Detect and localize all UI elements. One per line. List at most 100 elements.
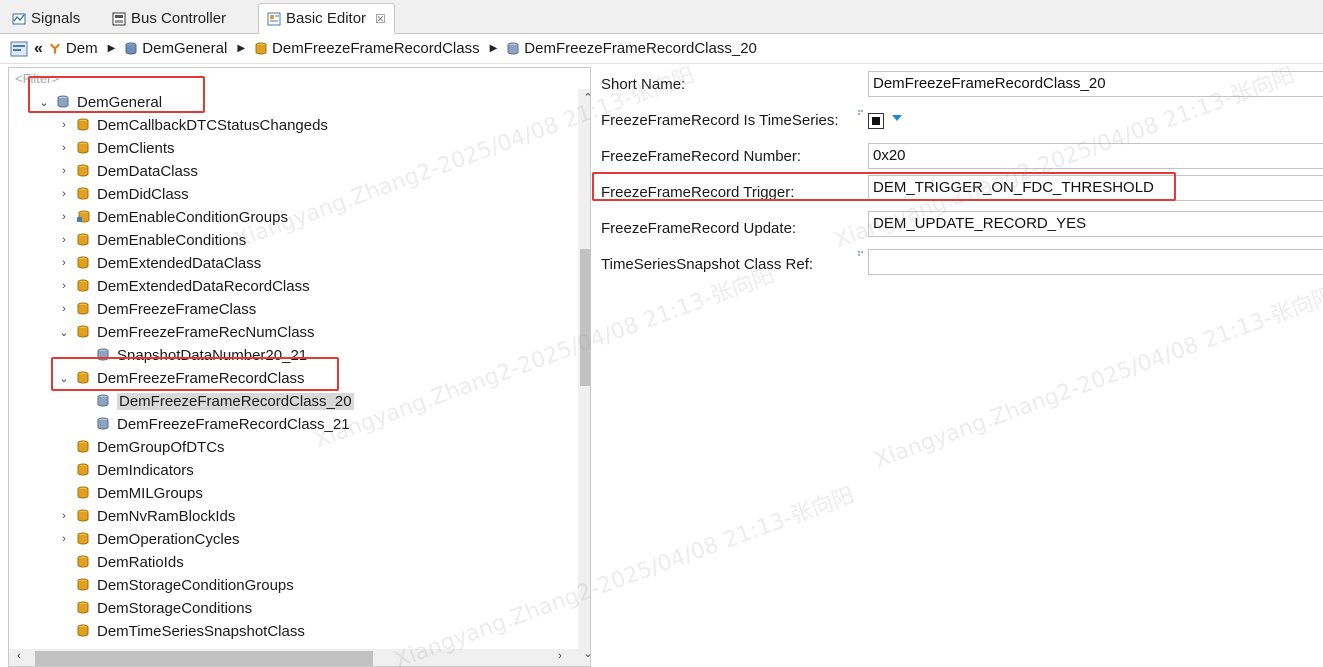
chevron-right-icon: ▶ xyxy=(107,43,116,54)
tree-item[interactable]: › DemExtendedDataRecordClass xyxy=(57,275,310,297)
tree-expand-icon[interactable]: ⌄ xyxy=(57,326,71,339)
tree-item[interactable]: DemRatioIds xyxy=(57,551,184,573)
tree-expand-icon[interactable]: › xyxy=(57,303,71,315)
tree-item[interactable]: DemStorageConditionGroups xyxy=(57,574,294,596)
highlight-box-trigger xyxy=(592,172,1176,201)
tree-item[interactable]: ⌄ DemFreezeFrameRecNumClass xyxy=(57,321,315,343)
tree-item[interactable]: › DemCallbackDTCStatusChangeds xyxy=(57,114,328,136)
tab-bus-controller[interactable]: Bus Controller xyxy=(104,3,234,34)
tree-item[interactable]: DemMILGroups xyxy=(57,482,203,504)
tab-label: Basic Editor xyxy=(286,10,367,27)
horizontal-scroll-thumb[interactable] xyxy=(35,651,373,666)
highlight-box-freezeframerecordclass xyxy=(51,357,339,391)
tree-item-label: DemTimeSeriesSnapshotClass xyxy=(97,622,305,640)
update-row: FreezeFrameRecord Update: xyxy=(601,215,796,241)
horizontal-scrollbar[interactable]: ‹ › xyxy=(9,649,578,666)
signals-icon xyxy=(12,13,26,24)
tree-item[interactable]: › DemEnableConditions xyxy=(57,229,246,251)
scroll-right-icon[interactable]: › xyxy=(550,650,570,662)
tree-expand-icon[interactable]: › xyxy=(57,165,71,177)
scroll-left-icon[interactable]: ‹ xyxy=(9,650,29,662)
scroll-up-icon[interactable]: ⌃ xyxy=(578,91,590,104)
update-field[interactable]: DEM_UPDATE_RECORD_YES xyxy=(868,211,1323,237)
tree-expand-icon[interactable]: › xyxy=(57,142,71,154)
properties-form: Short Name: DemFreezeFrameRecordClass_20… xyxy=(592,65,1323,667)
link-with-editor-icon[interactable] xyxy=(10,40,28,58)
scroll-down-icon[interactable]: ⌄ xyxy=(578,647,590,660)
breadcrumb-label: DemFreezeFrameRecordClass_20 xyxy=(524,40,757,57)
number-label: FreezeFrameRecord Number: xyxy=(601,147,802,165)
container-icon xyxy=(77,302,91,316)
tree-expand-icon[interactable]: › xyxy=(57,280,71,292)
tab-signals[interactable]: Signals xyxy=(4,3,88,34)
vertical-scroll-thumb[interactable] xyxy=(580,249,590,386)
tree-item-label: DemRatioIds xyxy=(97,553,184,571)
tree-expand-icon[interactable]: › xyxy=(57,211,71,223)
snapshot-ref-field[interactable] xyxy=(868,249,1323,275)
tree-item-label: DemExtendedDataRecordClass xyxy=(97,277,310,295)
tree-expand-icon[interactable]: › xyxy=(57,533,71,545)
container-icon xyxy=(77,118,91,132)
breadcrumb-label: DemFreezeFrameRecordClass xyxy=(272,40,480,57)
tree-expand-icon[interactable]: › xyxy=(57,188,71,200)
container-icon xyxy=(125,42,137,55)
snapshot-ref-row: TimeSeriesSnapshot Class Ref: xyxy=(601,251,813,277)
dropdown-arrow-icon[interactable] xyxy=(892,115,902,121)
instance-icon xyxy=(97,394,111,408)
breadcrumb-item-dem[interactable]: Dem xyxy=(49,40,98,57)
breadcrumb-item-freezeframerecordclass-20[interactable]: DemFreezeFrameRecordClass_20 xyxy=(507,40,757,57)
tree-item-label: DemFreezeFrameRecordClass_21 xyxy=(117,415,350,433)
tree-expand-icon[interactable]: › xyxy=(57,119,71,131)
module-icon xyxy=(49,43,60,54)
tree-item[interactable]: DemTimeSeriesSnapshotClass xyxy=(57,620,305,642)
tree-item[interactable]: › DemExtendedDataClass xyxy=(57,252,261,274)
tree-item[interactable]: DemFreezeFrameRecordClass_21 xyxy=(77,413,350,435)
highlight-box-demgeneral xyxy=(28,76,205,113)
tree-item[interactable]: › DemFreezeFrameClass xyxy=(57,298,256,320)
container-icon xyxy=(77,187,91,201)
breadcrumb-label: Dem xyxy=(65,40,98,57)
chevron-right-icon: ▶ xyxy=(237,43,246,54)
tree-expand-icon[interactable]: › xyxy=(57,510,71,522)
container-icon xyxy=(77,256,91,270)
tree-item[interactable]: DemIndicators xyxy=(57,459,194,481)
tree-item[interactable]: › DemOperationCycles xyxy=(57,528,239,550)
tab-basic-editor[interactable]: Basic Editor ☒ xyxy=(258,3,395,34)
tab-label: Bus Controller xyxy=(131,10,227,27)
tree-item[interactable]: › DemDidClass xyxy=(57,183,189,205)
short-name-field[interactable]: DemFreezeFrameRecordClass_20 xyxy=(868,71,1323,97)
container-icon xyxy=(77,463,91,477)
chevron-right-icon: ▶ xyxy=(489,43,498,54)
tree-item[interactable]: DemGroupOfDTCs xyxy=(57,436,225,458)
timeseries-control xyxy=(592,110,923,134)
tree-item[interactable]: DemFreezeFrameRecordClass_20 xyxy=(77,390,354,412)
tab-label: Signals xyxy=(31,10,81,27)
instance-icon xyxy=(97,417,111,431)
vertical-scrollbar[interactable]: ⌃ ⌄ xyxy=(578,89,590,666)
container-icon xyxy=(77,555,91,569)
tree-expand-icon[interactable]: › xyxy=(57,257,71,269)
back-chevron-icon[interactable]: « xyxy=(34,40,43,58)
breadcrumb: « Dem ▶ DemGeneral ▶ DemFreezeFrameRecor… xyxy=(0,34,1323,64)
number-row: FreezeFrameRecord Number: xyxy=(601,143,801,169)
edit-hint-icon xyxy=(858,251,863,256)
tree-item[interactable]: DemStorageConditions xyxy=(57,597,252,619)
tree-item-label: DemDataClass xyxy=(97,162,198,180)
container-icon xyxy=(77,210,91,224)
breadcrumb-item-demgeneral[interactable]: DemGeneral xyxy=(125,40,227,57)
timeseries-checkbox[interactable] xyxy=(868,113,884,129)
tree-item[interactable]: › DemNvRamBlockIds xyxy=(57,505,235,527)
tree-expand-icon[interactable]: › xyxy=(57,234,71,246)
tree-item-label: DemStorageConditions xyxy=(97,599,253,617)
close-icon[interactable]: ☒ xyxy=(375,12,386,26)
instance-icon xyxy=(507,42,519,55)
number-field[interactable]: 0x20 xyxy=(868,143,1323,169)
tree-item-label: DemFreezeFrameRecNumClass xyxy=(97,323,315,341)
snapshot-ref-label: TimeSeriesSnapshot Class Ref: xyxy=(601,255,814,273)
tree-item[interactable]: › DemClients xyxy=(57,137,174,159)
breadcrumb-item-freezeframerecordclass[interactable]: DemFreezeFrameRecordClass xyxy=(255,40,480,57)
tree-item-label: DemStorageConditionGroups xyxy=(97,576,294,594)
tree-panel: <Filter> ⌄ DemGeneral › DemCallbackDTCStatu… xyxy=(8,67,591,667)
tree-item[interactable]: › DemEnableConditionGroups xyxy=(57,206,288,228)
tree-item[interactable]: › DemDataClass xyxy=(57,160,198,182)
